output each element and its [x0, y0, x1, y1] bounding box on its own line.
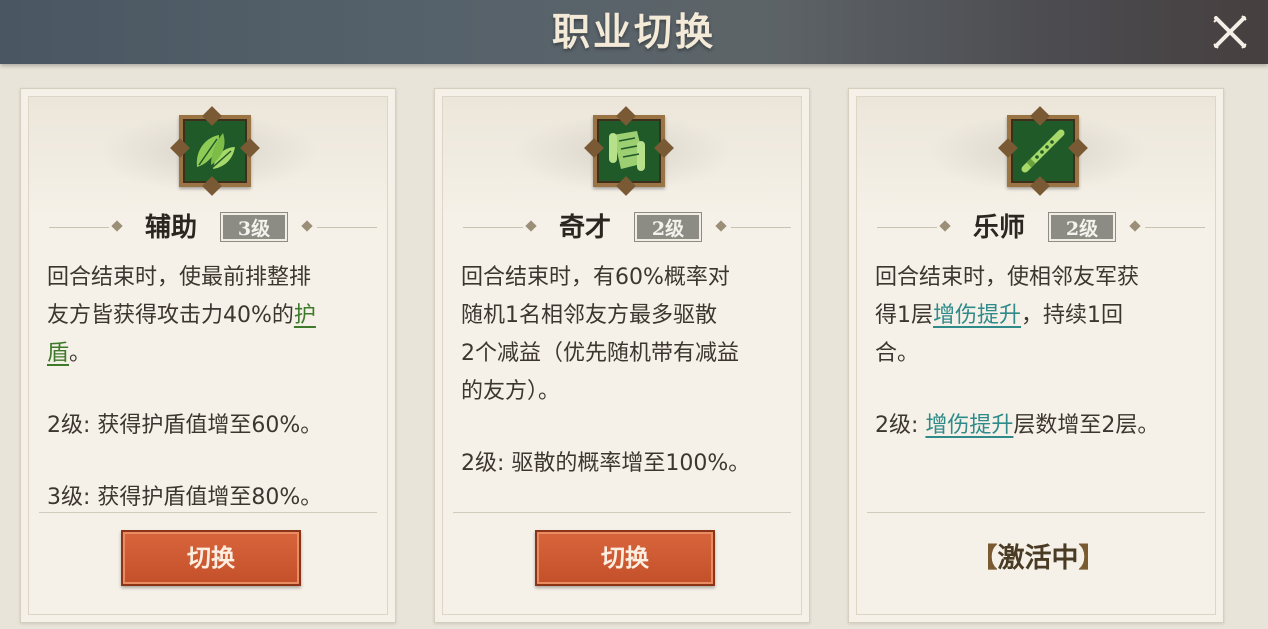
class-card-musician: 乐师 2级 回合结束时，使相邻友军获 得1层增伤提升，持续1回 合。 2级: 增… [848, 88, 1224, 623]
divider [453, 512, 791, 513]
switch-button[interactable]: 切换 [121, 530, 301, 586]
level-badge: 3级 [221, 213, 287, 241]
active-status: 【激活中】 [970, 543, 1106, 574]
header-bar: 职业切换 [0, 0, 1268, 64]
class-description: 回合结束时，有60%概率对 随机1名相邻友方最多驱散 2个减益（优先随机带有减益… [461, 259, 779, 483]
shield-keyword-link[interactable]: 护 [294, 303, 316, 328]
damage-boost-keyword-link[interactable]: 增伤提升 [933, 303, 1021, 328]
flute-icon [998, 106, 1088, 196]
shield-keyword-link[interactable]: 盾 [47, 341, 69, 366]
class-card-genius: 奇才 2级 回合结束时，有60%概率对 随机1名相邻友方最多驱散 2个减益（优先… [434, 88, 810, 623]
close-icon[interactable] [1212, 14, 1248, 50]
class-name: 辅助 [145, 213, 198, 243]
class-name: 乐师 [973, 213, 1026, 243]
upgrade-text: 2级: 增伤提升层数增至2层。 [875, 413, 1160, 438]
level-badge: 2级 [635, 213, 701, 241]
class-description: 回合结束时，使相邻友军获 得1层增伤提升，持续1回 合。 2级: 增伤提升层数增… [875, 259, 1193, 445]
page-title: 职业切换 [551, 9, 716, 54]
leaf-icon [170, 106, 260, 196]
level-badge: 2级 [1049, 213, 1115, 241]
damage-boost-keyword-link[interactable]: 增伤提升 [925, 413, 1013, 438]
class-name: 奇才 [559, 213, 612, 243]
class-description: 回合结束时，使最前排整排 友方皆获得攻击力40%的护 盾。 2级: 获得护盾值增… [47, 259, 365, 517]
scroll-icon [584, 106, 674, 196]
upgrade-text: 2级: 获得护盾值增至60%。 [47, 413, 323, 438]
class-card-support: 辅助 3级 回合结束时，使最前排整排 友方皆获得攻击力40%的护 盾。 2级: … [20, 88, 396, 623]
divider [39, 512, 377, 513]
switch-button[interactable]: 切换 [535, 530, 715, 586]
upgrade-text: 2级: 驱散的概率增至100%。 [461, 451, 751, 476]
divider [867, 512, 1205, 513]
